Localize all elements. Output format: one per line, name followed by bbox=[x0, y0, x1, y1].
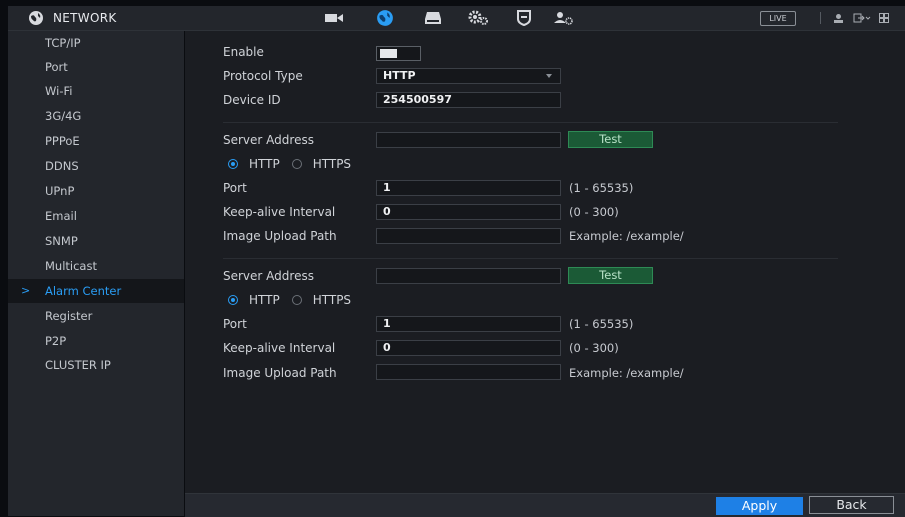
keepalive-input[interactable]: 0 bbox=[376, 340, 561, 356]
device-id-input[interactable]: 254500597 bbox=[376, 92, 561, 108]
sidebar-item-label: DDNS bbox=[45, 159, 79, 173]
toggle-knob bbox=[380, 49, 397, 58]
server-address-input[interactable] bbox=[376, 268, 561, 284]
test-button[interactable]: Test bbox=[568, 131, 653, 148]
upload-path-label: Image Upload Path bbox=[223, 229, 337, 243]
sidebar-item-port[interactable]: Port bbox=[8, 55, 184, 79]
keepalive-label: Keep-alive Interval bbox=[223, 341, 336, 355]
sidebar-item-label: P2P bbox=[45, 334, 67, 348]
sidebar-item-label: SNMP bbox=[45, 234, 78, 248]
radio-http[interactable] bbox=[228, 295, 238, 305]
apply-button[interactable]: Apply bbox=[716, 497, 803, 515]
enable-label: Enable bbox=[223, 45, 264, 59]
sidebar-item-alarm-center[interactable]: > Alarm Center bbox=[8, 279, 184, 303]
port-label: Port bbox=[223, 181, 247, 195]
logout-icon[interactable] bbox=[852, 11, 872, 25]
sidebar-item-register[interactable]: Register bbox=[8, 304, 184, 328]
radio-https-label: HTTPS bbox=[312, 157, 352, 171]
keepalive-range-hint: (0 - 300) bbox=[569, 341, 619, 355]
sidebar-item-cluster-ip[interactable]: CLUSTER IP bbox=[8, 353, 184, 377]
protocol-type-value: HTTP bbox=[383, 69, 416, 82]
port-label: Port bbox=[223, 317, 247, 331]
fullscreen-icon[interactable] bbox=[877, 11, 891, 25]
sidebar-item-label: CLUSTER IP bbox=[45, 358, 111, 372]
network-icon[interactable] bbox=[374, 9, 396, 27]
upload-path-hint: Example: /example/ bbox=[569, 366, 684, 380]
protocol-type-label: Protocol Type bbox=[223, 69, 303, 83]
network-globe-icon bbox=[29, 11, 43, 25]
security-shield-icon[interactable] bbox=[513, 9, 535, 27]
radio-https[interactable] bbox=[291, 295, 302, 305]
sidebar-item-pppoe[interactable]: PPPoE bbox=[8, 129, 184, 153]
upload-path-input[interactable] bbox=[376, 228, 561, 244]
device-id-label: Device ID bbox=[223, 93, 281, 107]
port-input[interactable]: 1 bbox=[376, 316, 561, 332]
page-title: NETWORK bbox=[53, 11, 117, 25]
radio-https-label: HTTPS bbox=[312, 293, 352, 307]
sidebar-item-snmp[interactable]: SNMP bbox=[8, 229, 184, 253]
active-chevron-icon: > bbox=[21, 284, 31, 297]
sidebar-item-label: Multicast bbox=[45, 259, 97, 273]
radio-https[interactable] bbox=[291, 159, 302, 169]
protocol-radio-group: HTTP HTTPS bbox=[228, 293, 363, 307]
keepalive-label: Keep-alive Interval bbox=[223, 205, 336, 219]
sidebar: TCP/IP Port Wi-Fi 3G/4G PPPoE DDNS UPnP … bbox=[8, 31, 184, 516]
dropdown-arrow-icon bbox=[546, 74, 552, 78]
section-divider bbox=[223, 122, 838, 123]
protocol-radio-group: HTTP HTTPS bbox=[228, 157, 363, 171]
radio-http-label: HTTP bbox=[249, 157, 280, 171]
radio-http-label: HTTP bbox=[249, 293, 280, 307]
sidebar-item-p2p[interactable]: P2P bbox=[8, 329, 184, 353]
sidebar-item-upnp[interactable]: UPnP bbox=[8, 179, 184, 203]
test-button[interactable]: Test bbox=[568, 267, 653, 284]
upload-path-label: Image Upload Path bbox=[223, 366, 337, 380]
server-address-label: Server Address bbox=[223, 133, 314, 147]
camera-icon[interactable] bbox=[323, 9, 345, 27]
brand: NETWORK bbox=[28, 9, 117, 27]
upload-path-hint: Example: /example/ bbox=[569, 229, 684, 243]
sidebar-item-label: Email bbox=[45, 209, 77, 223]
protocol-type-select[interactable]: HTTP bbox=[376, 68, 561, 84]
server-address-label: Server Address bbox=[223, 269, 314, 283]
port-range-hint: (1 - 65535) bbox=[569, 317, 634, 331]
header-divider bbox=[820, 12, 821, 24]
sidebar-item-label: Register bbox=[45, 309, 93, 323]
user-icon[interactable] bbox=[831, 11, 845, 25]
sidebar-item-tcp-ip[interactable]: TCP/IP bbox=[8, 31, 184, 55]
port-range-hint: (1 - 65535) bbox=[569, 181, 634, 195]
sidebar-item-label: Port bbox=[45, 60, 68, 74]
keepalive-input[interactable]: 0 bbox=[376, 204, 561, 220]
port-input[interactable]: 1 bbox=[376, 180, 561, 196]
sidebar-item-label: TCP/IP bbox=[45, 36, 81, 50]
top-bar: NETWORK LIVE bbox=[8, 6, 905, 31]
sidebar-item-label: Alarm Center bbox=[45, 284, 122, 298]
sidebar-item-label: Wi-Fi bbox=[45, 84, 73, 98]
sidebar-item-ddns[interactable]: DDNS bbox=[8, 154, 184, 178]
back-button[interactable]: Back bbox=[809, 496, 894, 514]
live-button[interactable]: LIVE bbox=[760, 11, 796, 26]
storage-icon[interactable] bbox=[422, 9, 444, 27]
upload-path-input[interactable] bbox=[376, 364, 561, 380]
sidebar-item-label: 3G/4G bbox=[45, 109, 82, 123]
sidebar-item-3g-4g[interactable]: 3G/4G bbox=[8, 104, 184, 128]
sidebar-item-email[interactable]: Email bbox=[8, 204, 184, 228]
sidebar-item-multicast[interactable]: Multicast bbox=[8, 254, 184, 278]
enable-toggle[interactable] bbox=[376, 46, 421, 61]
settings-icon[interactable] bbox=[467, 9, 489, 27]
keepalive-range-hint: (0 - 300) bbox=[569, 205, 619, 219]
section-divider bbox=[223, 258, 838, 259]
sidebar-item-label: UPnP bbox=[45, 184, 75, 198]
account-icon[interactable] bbox=[553, 9, 575, 27]
server-address-input[interactable] bbox=[376, 132, 561, 148]
sidebar-item-label: PPPoE bbox=[45, 134, 80, 148]
radio-http[interactable] bbox=[228, 159, 238, 169]
sidebar-item-wifi[interactable]: Wi-Fi bbox=[8, 79, 184, 103]
